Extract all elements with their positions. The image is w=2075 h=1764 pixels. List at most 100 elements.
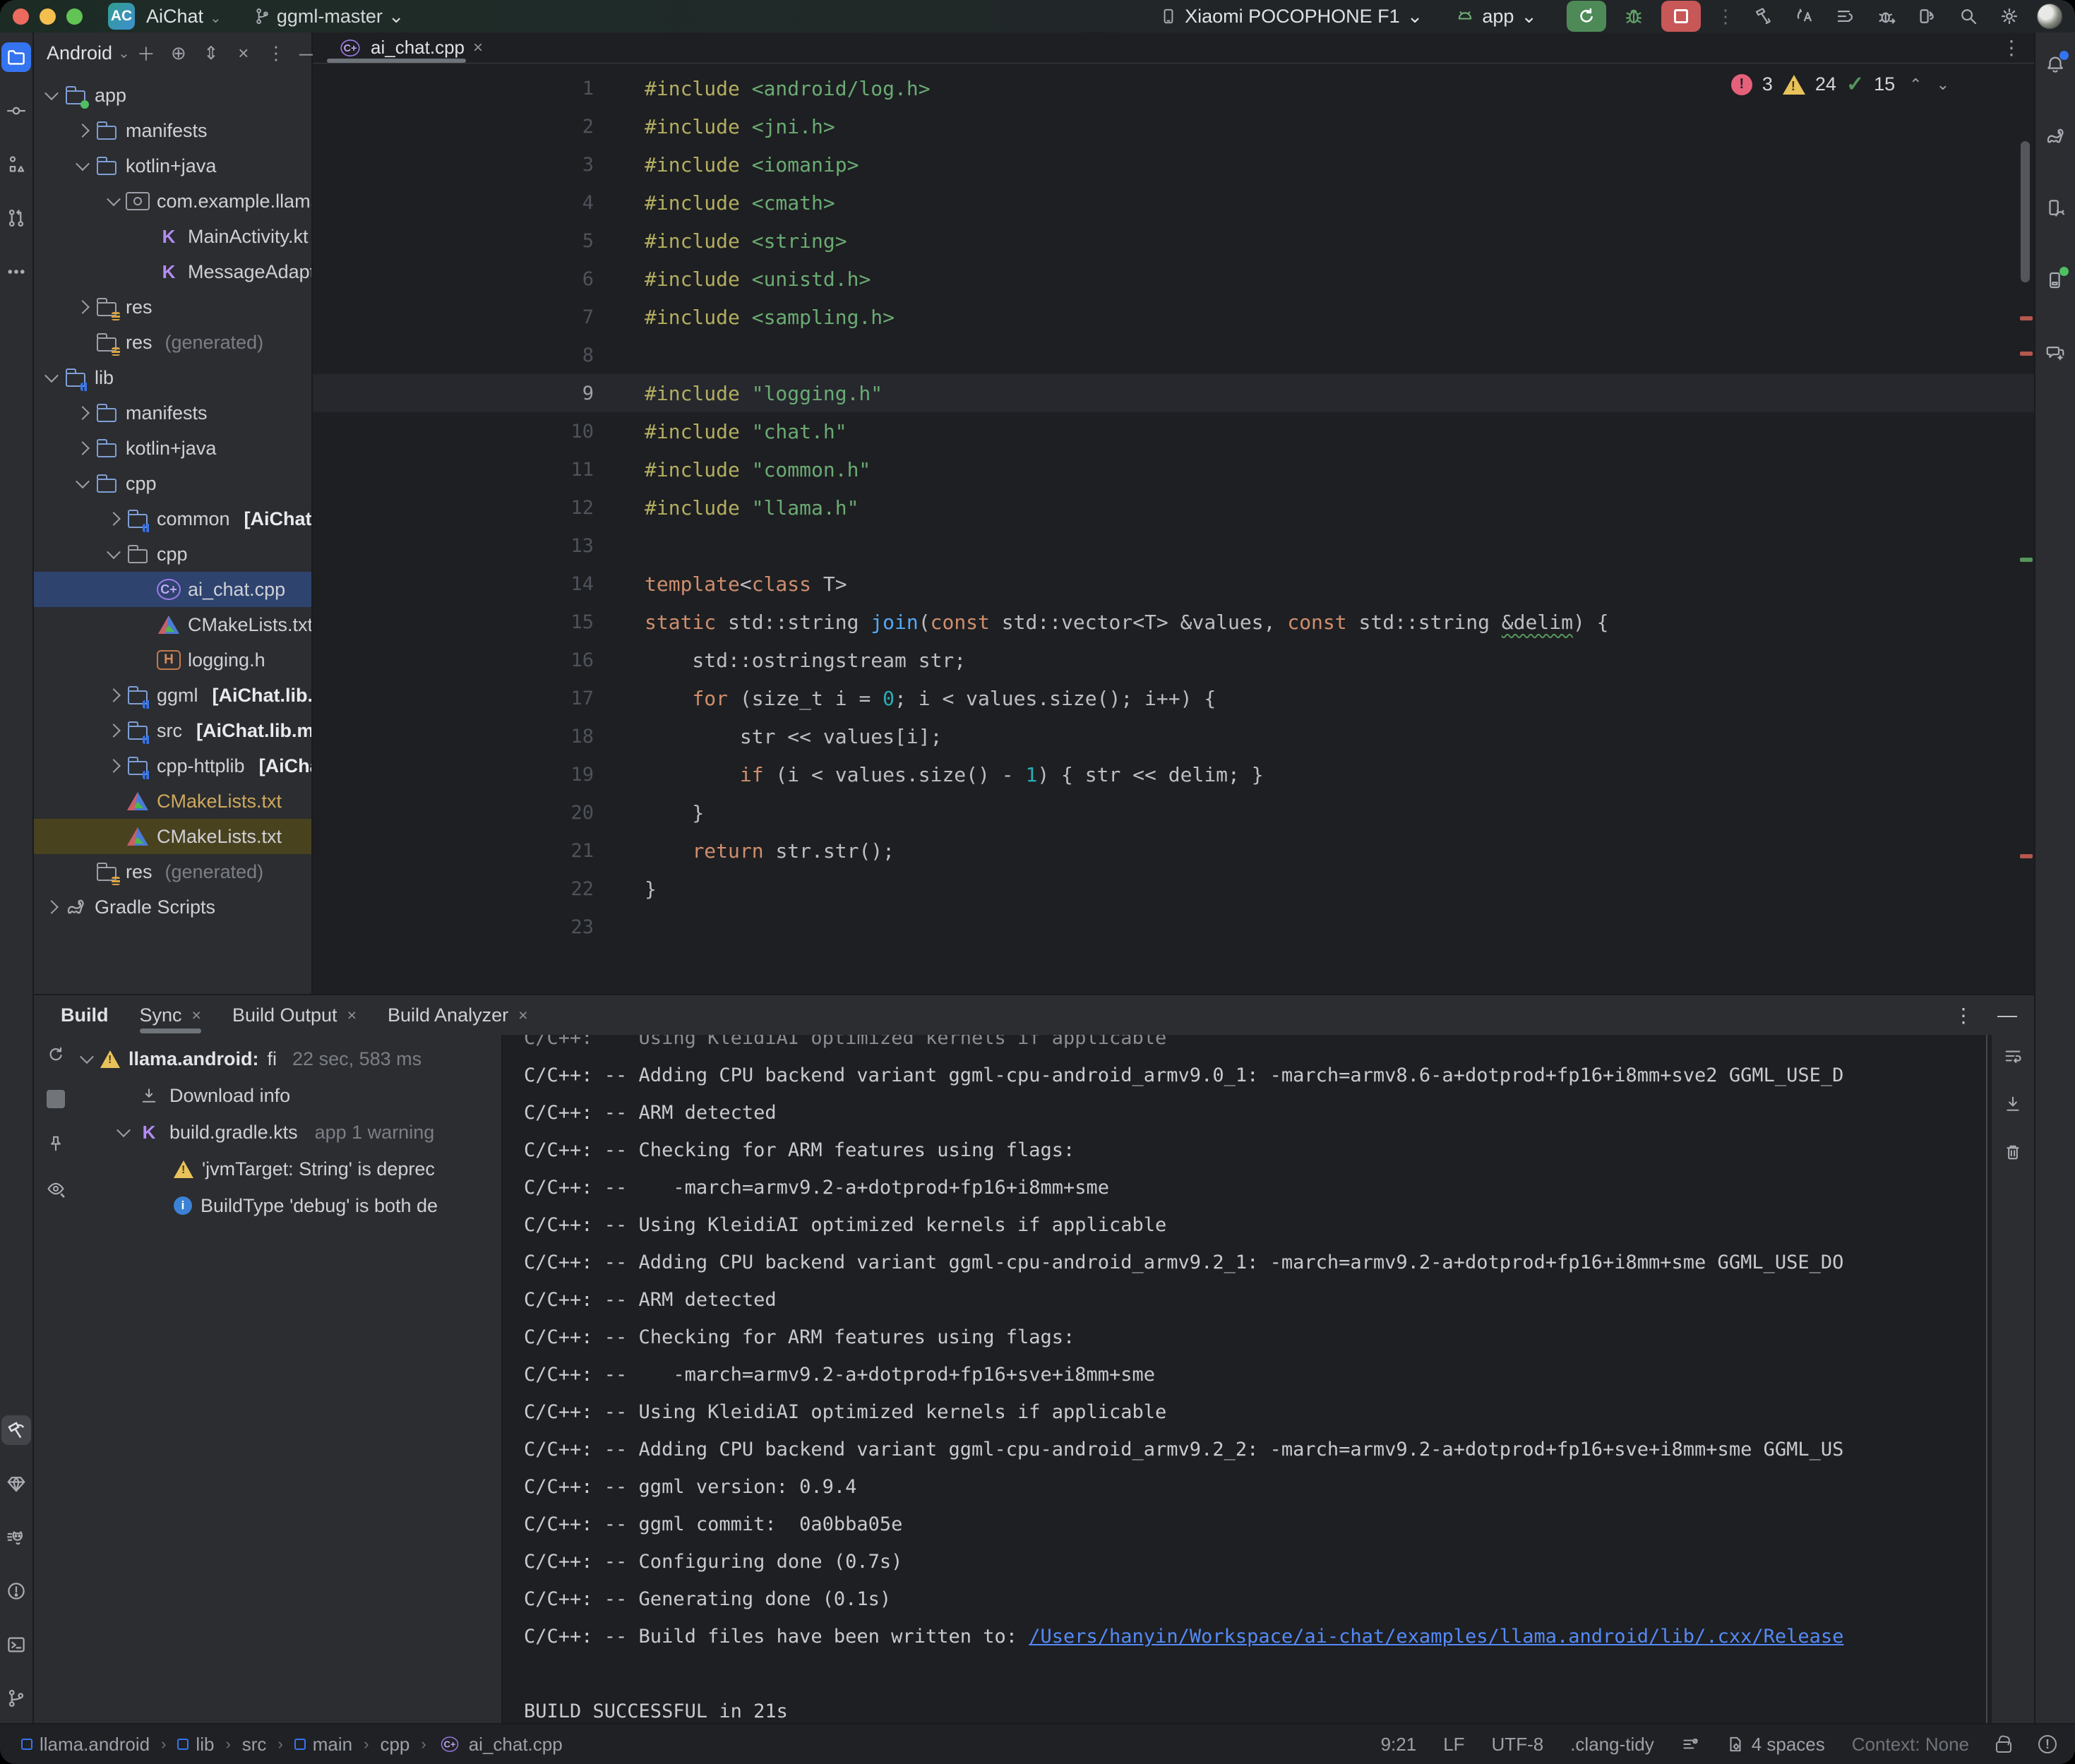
stop-sync-icon[interactable] — [47, 1090, 65, 1108]
user-avatar[interactable] — [2037, 4, 2062, 29]
tree-item-ggml[interactable]: ggml[AiChat.lib.main] — [34, 678, 311, 713]
tree-item-cmakelists-txt[interactable]: CMakeLists.txt — [34, 819, 311, 854]
close-tab-icon[interactable]: × — [518, 1006, 527, 1025]
project-view-selector[interactable]: Android — [47, 42, 112, 64]
code-line[interactable]: 14template<class T> — [313, 565, 2034, 603]
chevron-expanded-icon[interactable] — [116, 1123, 131, 1137]
code-line[interactable]: 13 — [313, 527, 2034, 565]
chevron-expanded-icon[interactable] — [80, 1050, 94, 1064]
tree-item-manifests[interactable]: manifests — [34, 113, 311, 148]
build-output-link[interactable]: /Users/hanyin/Workspace/ai-chat/examples… — [1029, 1626, 1843, 1648]
clear-all-icon[interactable] — [2003, 1142, 2023, 1162]
code-line[interactable]: 21 return str.str(); — [313, 832, 2034, 870]
running-devices-button[interactable] — [2040, 265, 2070, 295]
editor-options-button[interactable]: ⋮ — [2002, 36, 2034, 59]
filter-eye-icon[interactable] — [46, 1179, 66, 1199]
close-tab-icon[interactable]: × — [192, 1006, 201, 1025]
tree-item-kotlin-java[interactable]: kotlin+java — [34, 431, 311, 466]
code-line[interactable]: 20 } — [313, 793, 2034, 832]
tree-item-manifests[interactable]: manifests — [34, 395, 311, 431]
minimize-window-button[interactable] — [40, 8, 56, 25]
file-encoding[interactable]: UTF-8 — [1492, 1734, 1544, 1756]
code-line[interactable]: 16 std::ostringstream str; — [313, 641, 2034, 679]
code-line[interactable]: 23 — [313, 908, 2034, 946]
error-stripe-mark[interactable] — [2020, 352, 2033, 356]
clang-tidy-profile[interactable]: .clang-tidy — [1570, 1734, 1654, 1756]
chevron-collapsed-icon[interactable] — [107, 724, 121, 738]
collapse-all-button[interactable]: × — [233, 42, 254, 64]
tree-item-ai-chat-cpp[interactable]: ai_chat.cpp — [34, 572, 311, 607]
build-tree-item[interactable]: BuildType 'debug' is both de — [78, 1187, 501, 1224]
error-stripe-mark[interactable] — [2020, 854, 2033, 858]
resync-icon[interactable] — [46, 1045, 66, 1064]
scrollbar-thumb[interactable] — [2021, 141, 2030, 282]
build-tool-button[interactable] — [1, 1415, 31, 1445]
chevron-collapsed-icon[interactable] — [76, 300, 90, 314]
breadcrumb[interactable]: llama.android›lib›src›main›cpp›ai_chat.c… — [21, 1734, 563, 1756]
close-tab-icon[interactable]: × — [473, 38, 483, 58]
tree-item-app[interactable]: app — [34, 78, 311, 113]
chevron-expanded-icon[interactable] — [44, 86, 59, 100]
tree-item-com-example-llama[interactable]: com.example.llama — [34, 184, 311, 219]
unlock-icon[interactable] — [1996, 1741, 2011, 1753]
close-window-button[interactable] — [13, 8, 29, 25]
code-area[interactable]: ! 3 24 ✓ 15 ⌃ ⌄ 1#include <android/log.h… — [313, 64, 2034, 994]
chevron-collapsed-icon[interactable] — [107, 759, 121, 773]
code-line[interactable]: 4#include <cmath> — [313, 184, 2034, 222]
build-tree-item[interactable]: Download info — [78, 1077, 501, 1114]
build-button[interactable] — [1750, 3, 1777, 30]
profiler-button[interactable] — [1873, 3, 1900, 30]
debug-button[interactable] — [1620, 3, 1647, 30]
code-line[interactable]: 7#include <sampling.h> — [313, 298, 2034, 336]
breadcrumb-item[interactable]: ai_chat.cpp — [469, 1734, 563, 1756]
branch-selector[interactable]: ggml-master ⌄ — [253, 6, 405, 28]
build-console[interactable]: C/C++: Using KleidiAI optimized kernels … — [501, 1035, 1992, 1723]
more-run-actions[interactable]: ⋮ — [1715, 6, 1736, 28]
build-tab-sync[interactable]: Sync× — [140, 995, 201, 1035]
console-scrollbar[interactable] — [1986, 1035, 1992, 1723]
gradle-tool-button[interactable] — [2040, 121, 2070, 151]
device-manager-button[interactable] — [2040, 193, 2070, 223]
code-line[interactable]: 17 for (size_t i = 0; i < values.size();… — [313, 679, 2034, 717]
code-line[interactable]: 19 if (i < values.size() - 1) { str << d… — [313, 755, 2034, 793]
code-line[interactable]: 18 str << values[i]; — [313, 717, 2034, 755]
breadcrumb-item[interactable]: lib — [196, 1734, 214, 1756]
tree-item-cmakelists-txt[interactable]: CMakeLists.txt — [34, 784, 311, 819]
panel-more-button[interactable]: ⋮ — [265, 42, 287, 64]
soft-wrap-icon[interactable] — [2003, 1046, 2023, 1066]
code-line[interactable]: 3#include <iomanip> — [313, 145, 2034, 184]
chevron-expanded-icon[interactable] — [107, 545, 121, 559]
breadcrumb-item[interactable]: llama.android — [40, 1734, 150, 1756]
hide-build-button[interactable]: — — [1997, 1004, 2017, 1026]
version-control-button[interactable] — [1, 1684, 31, 1713]
close-tab-icon[interactable]: × — [347, 1006, 357, 1025]
project-tool-button[interactable] — [1, 42, 31, 72]
commit-tool-button[interactable] — [1, 96, 31, 126]
tree-item-kotlin-java[interactable]: kotlin+java — [34, 148, 311, 184]
build-tab-build-analyzer[interactable]: Build Analyzer× — [388, 995, 528, 1035]
tree-item-res[interactable]: res — [34, 289, 311, 325]
code-line[interactable]: 2#include <jni.h> — [313, 107, 2034, 145]
code-line[interactable]: 15static std::string join(const std::vec… — [313, 603, 2034, 641]
more-tools-button[interactable] — [1, 257, 31, 287]
build-tab-build-output[interactable]: Build Output× — [232, 995, 357, 1035]
tree-item-lib[interactable]: lib — [34, 360, 311, 395]
rerun-button[interactable] — [1567, 1, 1606, 32]
tree-item-src[interactable]: src[AiChat.lib.main] — [34, 713, 311, 748]
error-stripe-mark[interactable] — [2020, 316, 2033, 320]
scroll-to-end-icon[interactable] — [2003, 1094, 2023, 1114]
line-ending[interactable]: LF — [1443, 1734, 1464, 1756]
build-tree-item[interactable]: build.gradle.ktsapp 1 warning — [78, 1114, 501, 1151]
chevron-expanded-icon[interactable] — [44, 368, 59, 383]
chevron-collapsed-icon[interactable] — [76, 441, 90, 455]
build-more-button[interactable]: ⋮ — [1954, 1004, 1973, 1027]
caret-position[interactable]: 9:21 — [1381, 1734, 1417, 1756]
tree-item-cmakelists-txt[interactable]: CMakeLists.txt — [34, 607, 311, 642]
tree-item-gradle-scripts[interactable]: Gradle Scripts — [34, 889, 311, 925]
tree-item-cpp[interactable]: cpp — [34, 536, 311, 572]
tree-item-mainactivity-kt[interactable]: MainActivity.kt — [34, 219, 311, 254]
chevron-expanded-icon[interactable] — [76, 157, 90, 171]
search-everywhere-button[interactable] — [1955, 3, 1982, 30]
pin-icon[interactable] — [46, 1134, 66, 1153]
breadcrumb-item[interactable]: cpp — [380, 1734, 409, 1756]
